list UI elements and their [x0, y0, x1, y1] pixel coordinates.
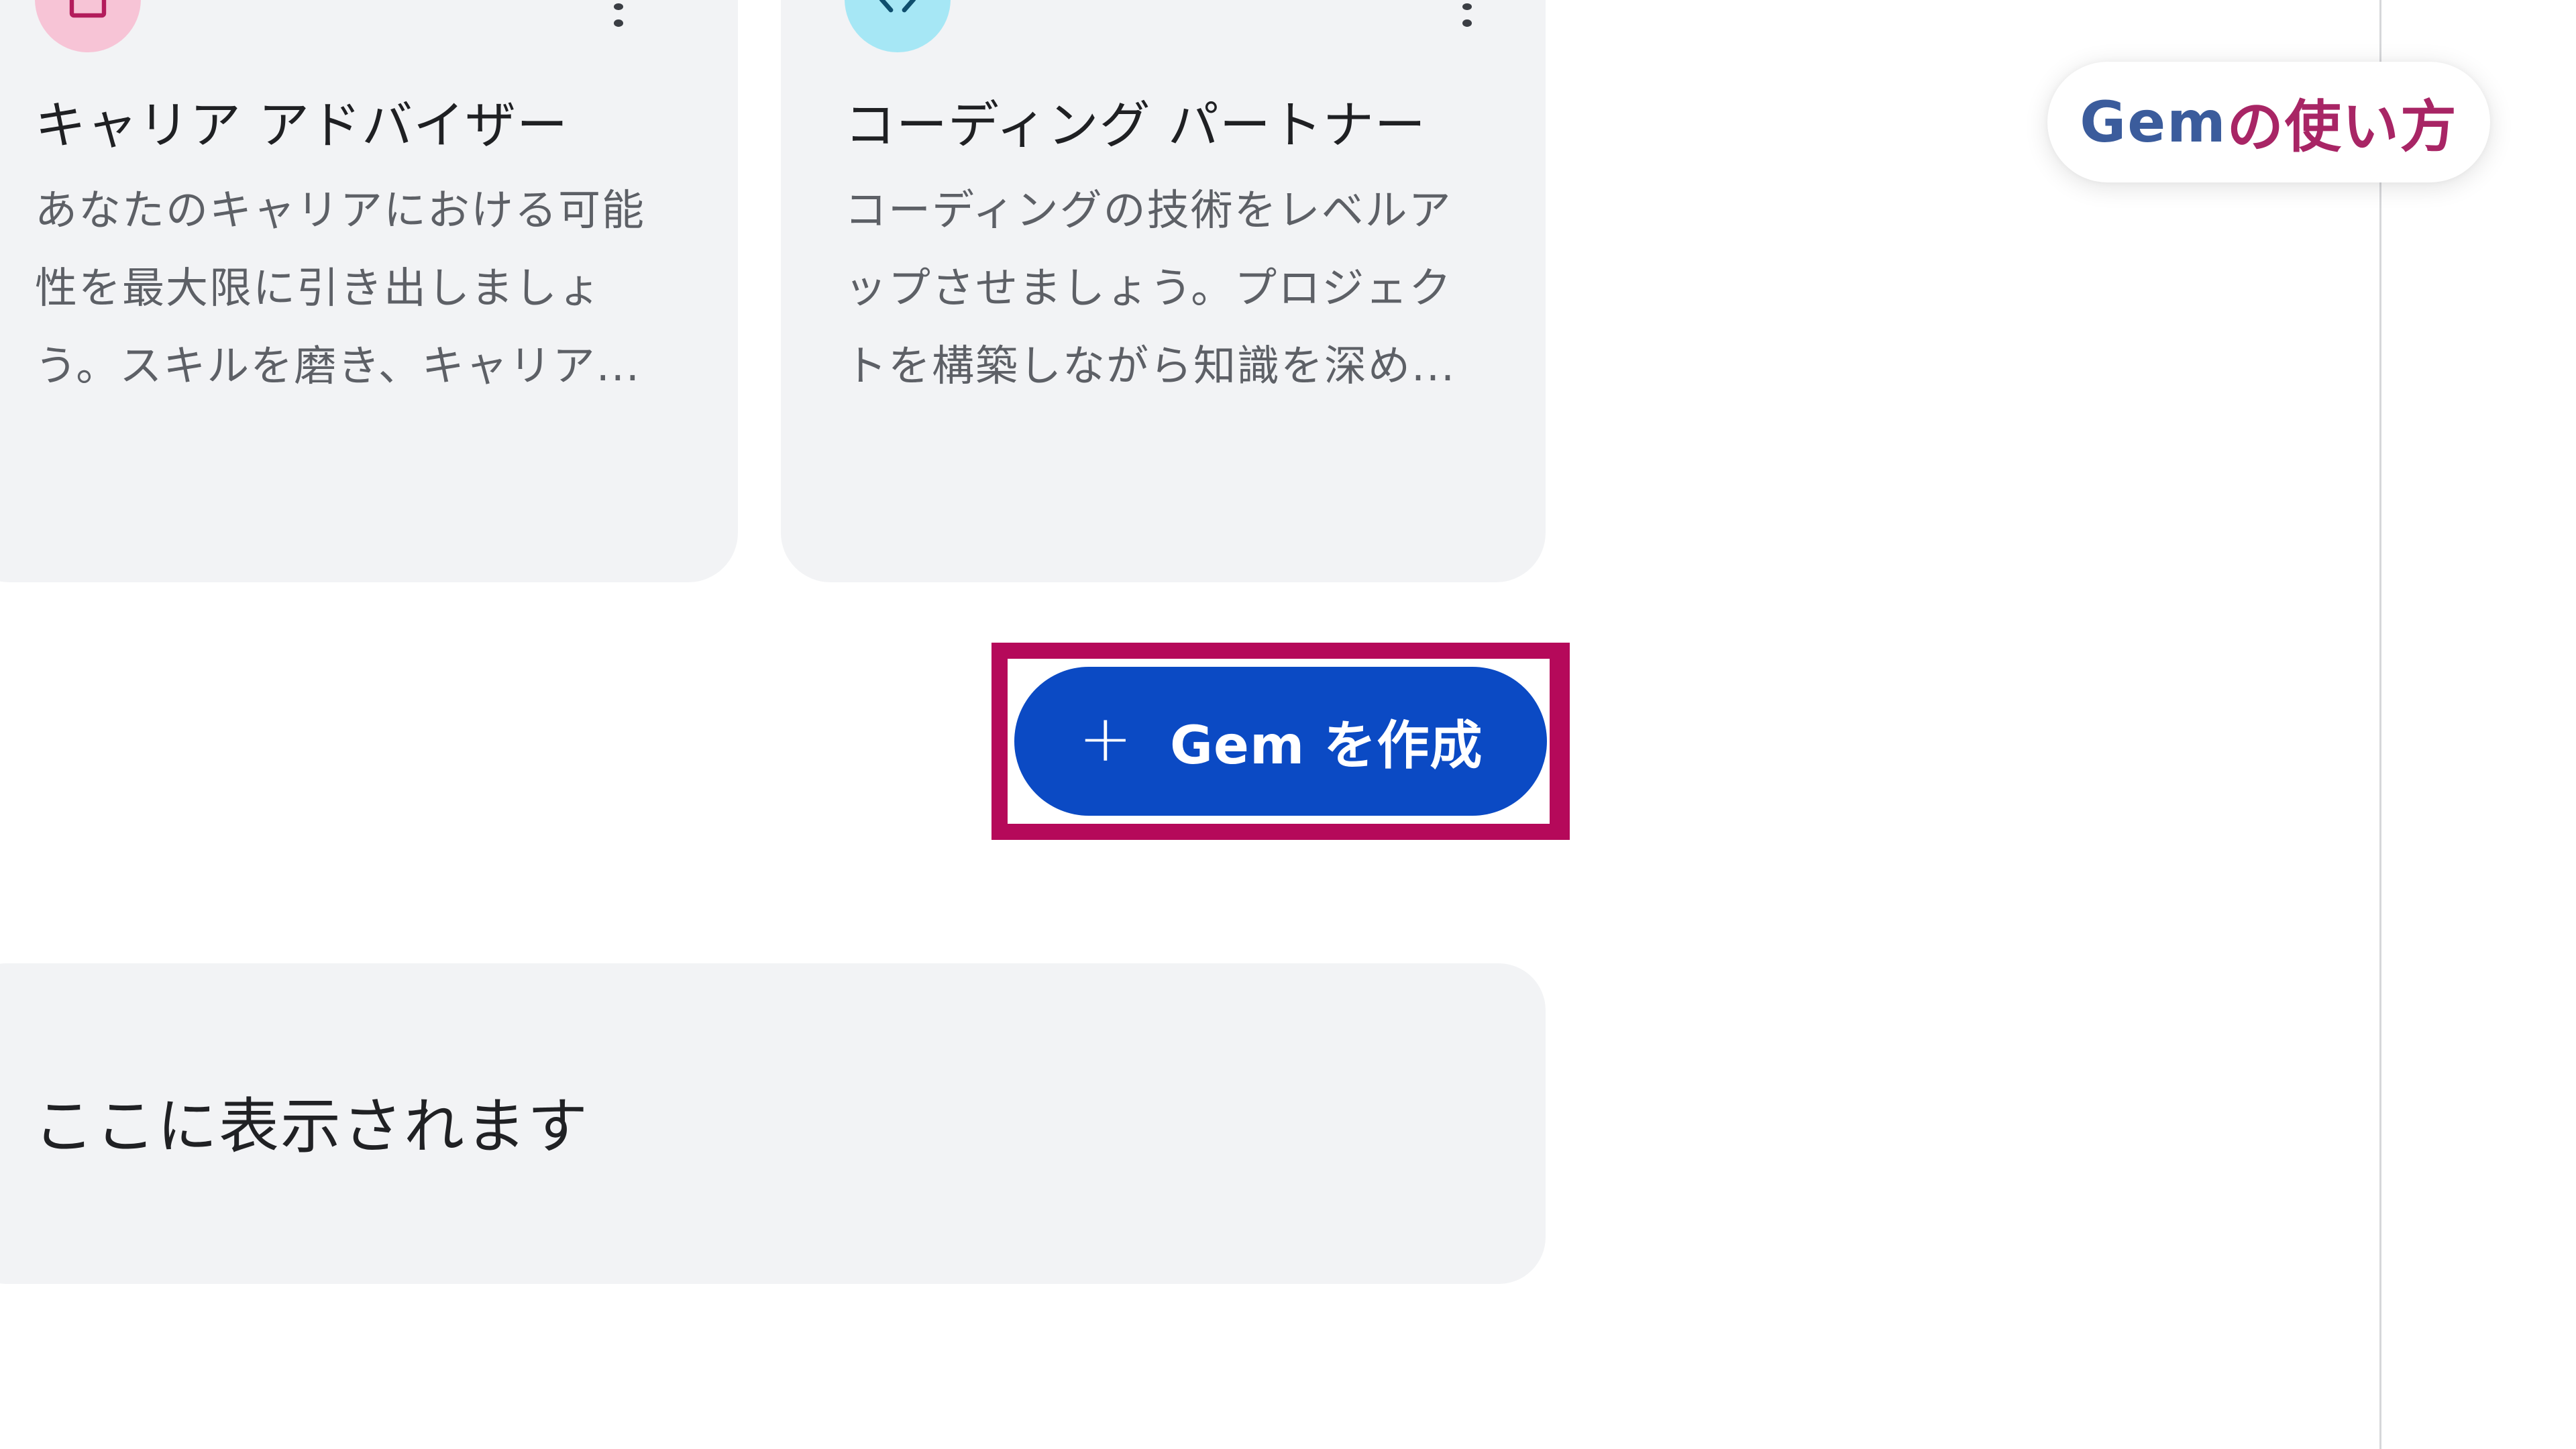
gem-card-title: キャリア アドバイザー [35, 95, 569, 155]
gem-card-coding-partner[interactable]: コーディング パートナー コーディングの技術をレベルア ップさせましょう。プロジ… [781, 0, 1546, 582]
gems-page: キャリア アドバイザー あなたのキャリアにおける可能 性を最大限に引き出しましょ… [0, 0, 2576, 1449]
description-line: う。スキルを磨き、キャリア... [35, 341, 641, 390]
more-options-icon[interactable] [605, 0, 632, 28]
vertical-divider [2379, 0, 2381, 1449]
howto-label-gem: Gem [2080, 89, 2227, 155]
my-gems-empty-panel: ここに表示されます [0, 963, 1546, 1284]
empty-state-text: ここに表示されます [34, 1091, 589, 1162]
briefcase-icon [35, 0, 141, 52]
gem-card-career-advisor[interactable]: キャリア アドバイザー あなたのキャリアにおける可能 性を最大限に引き出しましょ… [0, 0, 738, 582]
description-line: 性を最大限に引き出しましょ [35, 264, 602, 313]
gem-card-title: コーディング パートナー [845, 95, 1426, 155]
description-line: ップさせましょう。プロジェク [845, 264, 1453, 313]
create-gem-button[interactable]: + Gem を作成 [1014, 667, 1547, 816]
description-line: あなたのキャリアにおける可能 [35, 186, 645, 235]
description-line: コーディングの技術をレベルア [845, 186, 1452, 235]
howto-label-rest: の使い方 [2226, 93, 2458, 160]
plus-icon: + [1078, 701, 1133, 776]
gem-card-description: コーディングの技術をレベルア ップさせましょう。プロジェク トを構築しながら知識… [845, 172, 1515, 405]
gem-card-description: あなたのキャリアにおける可能 性を最大限に引き出しましょ う。スキルを磨き、キャ… [35, 172, 706, 405]
gem-howto-button[interactable]: Gem の使い方 [2047, 62, 2490, 182]
code-icon [845, 0, 951, 52]
create-gem-label: Gem を作成 [1170, 716, 1483, 776]
description-line: トを構築しながら知識を深め... [845, 341, 1456, 390]
more-options-icon[interactable] [1454, 0, 1481, 28]
